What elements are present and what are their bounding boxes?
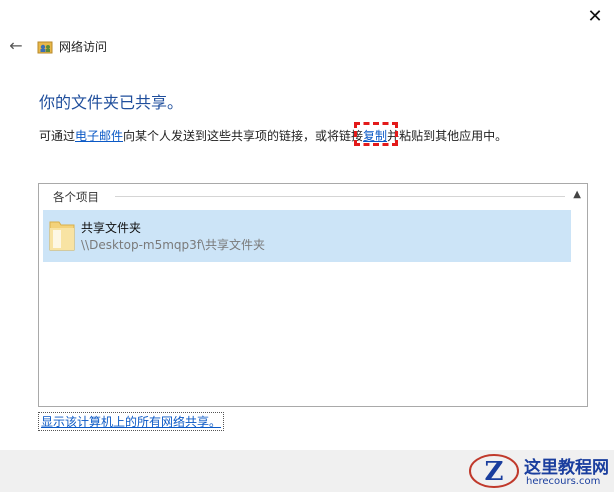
item-path: \\Desktop-m5mqp3f\共享文件夹 xyxy=(81,238,266,252)
description-text-3: 并粘贴到其他应用中。 xyxy=(387,129,508,143)
watermark-url: herecours.com xyxy=(526,476,601,487)
shared-items-panel: 各个项目 ▲ 共享文件夹 \\Desktop-m5mqp3f\共享文件夹 xyxy=(38,183,588,407)
close-icon: ✕ xyxy=(587,6,603,27)
folder-icon xyxy=(49,221,75,251)
page-heading: 你的文件夹已共享。 xyxy=(39,93,184,112)
collapse-chevron-icon[interactable]: ▲ xyxy=(573,189,581,200)
share-description: 可通过电子邮件向某个人发送到这些共享项的链接，或将链接复制并粘贴到其他应用中。 xyxy=(39,127,507,144)
description-text-2: 向某个人发送到这些共享项的链接，或将链接 xyxy=(123,129,364,143)
description-text-1: 可通过 xyxy=(39,129,76,143)
email-link[interactable]: 电子邮件 xyxy=(75,129,123,143)
item-name: 共享文件夹 xyxy=(81,221,142,235)
svg-text:Z: Z xyxy=(485,457,504,487)
close-button[interactable]: ✕ xyxy=(582,6,608,28)
watermark-logo: Z xyxy=(469,454,519,488)
watermark-title: 这里教程网 xyxy=(524,458,609,478)
panel-header[interactable]: 各个项目 ▲ xyxy=(39,184,587,208)
footer-bar xyxy=(0,450,614,492)
back-arrow-icon: ← xyxy=(9,36,23,55)
copy-link-highlight xyxy=(354,122,398,146)
list-item[interactable]: 共享文件夹 \\Desktop-m5mqp3f\共享文件夹 xyxy=(43,210,571,262)
network-sharing-icon xyxy=(37,41,53,54)
panel-header-divider xyxy=(115,196,565,197)
window-title: 网络访问 xyxy=(59,40,108,54)
panel-header-label: 各个项目 xyxy=(53,190,99,204)
show-all-shares-link[interactable]: 显示该计算机上的所有网络共享。 xyxy=(38,412,225,431)
back-button[interactable]: ← xyxy=(6,36,26,56)
